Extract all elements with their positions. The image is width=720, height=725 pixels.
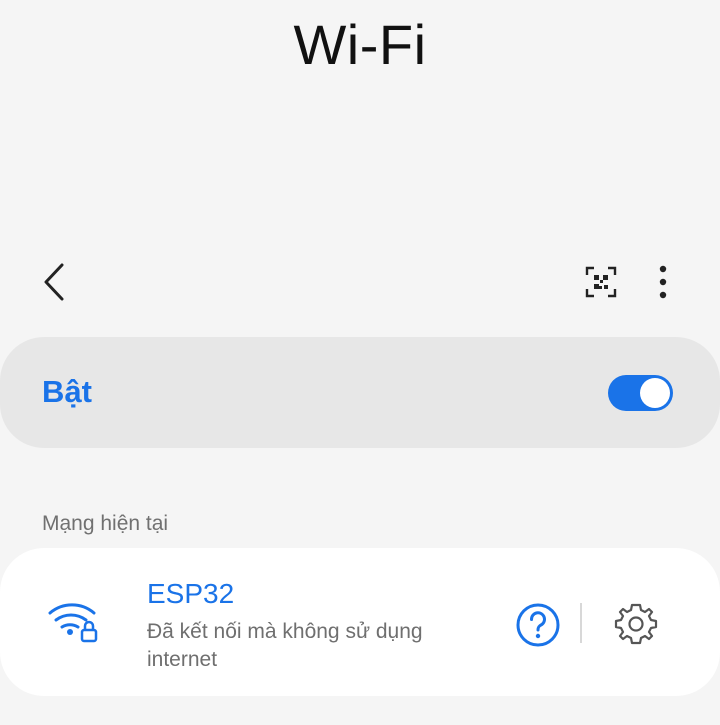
more-vertical-icon[interactable]	[650, 263, 676, 301]
wifi-switch[interactable]	[608, 375, 673, 411]
network-name: ESP32	[147, 578, 235, 609]
current-network-heading: Mạng hiện tại	[42, 512, 169, 535]
qr-code-scan-icon[interactable]	[585, 266, 617, 298]
current-network-card[interactable]: ESP32 Đã kết nối mà không sử dụng intern…	[0, 548, 720, 696]
gear-icon[interactable]	[614, 602, 658, 646]
divider	[580, 603, 582, 643]
top-toolbar	[0, 255, 720, 309]
question-circle-icon[interactable]	[515, 602, 561, 648]
page-title: Wi-Fi	[293, 13, 427, 76]
wifi-toggle-row[interactable]: Bật	[0, 337, 720, 448]
wifi-lock-icon	[48, 603, 98, 643]
wifi-toggle-label: Bật	[42, 374, 92, 409]
switch-knob	[640, 378, 670, 408]
chevron-left-icon[interactable]	[38, 259, 72, 305]
network-status: Đã kết nối mà không sử dụng internet	[147, 620, 423, 671]
